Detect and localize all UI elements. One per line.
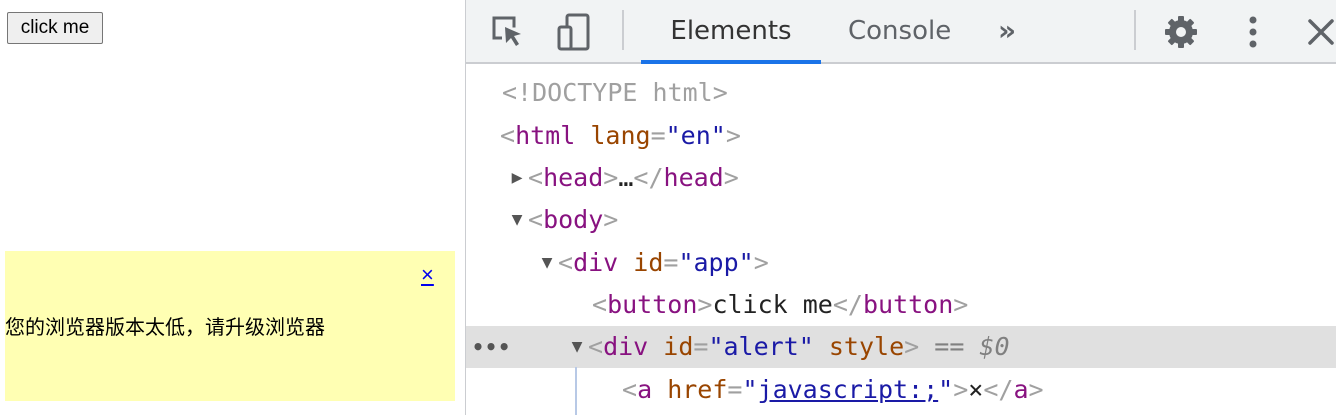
expand-triangle-icon[interactable]: ▶ <box>506 157 528 199</box>
toolbar-separator <box>1134 10 1136 50</box>
a-href-link[interactable]: javascript:; <box>758 375 939 404</box>
collapse-triangle-icon[interactable]: ▼ <box>506 199 528 241</box>
button-tag: button <box>607 290 698 319</box>
dom-row-doctype[interactable]: <!DOCTYPE html> <box>466 72 1336 114</box>
dom-row-div-alert-selected[interactable]: ••• ▼ <div id="alert" style> == $0 <box>466 326 1336 368</box>
dom-row-anchor[interactable]: <a href="javascript:;">×</a> <box>466 369 1336 411</box>
div-alert-attr-id: id <box>663 332 694 361</box>
div-app-attr-name: id <box>633 248 664 277</box>
a-close-tag: a <box>1013 375 1029 404</box>
close-icon[interactable] <box>1301 12 1336 52</box>
div-alert-tag: div <box>603 332 649 361</box>
collapse-triangle-icon[interactable]: ▼ <box>566 326 588 368</box>
dom-row-body[interactable]: ▼ <body> <box>466 199 1336 241</box>
dom-row-button[interactable]: <button>click me</button> <box>466 284 1336 326</box>
div-alert-attr-value: "alert" <box>708 332 814 361</box>
head-collapsed-ellipsis[interactable]: … <box>618 163 633 192</box>
button-close-tag: button <box>862 290 954 319</box>
a-attr-name: href <box>667 375 728 404</box>
collapse-triangle-icon[interactable]: ▼ <box>536 242 558 284</box>
div-app-attr-value: "app" <box>678 248 754 277</box>
click-me-button[interactable]: click me <box>7 12 103 44</box>
dom-row-div-app[interactable]: ▼ <div id="app"> <box>466 242 1336 284</box>
alert-close-link[interactable]: × <box>421 262 434 288</box>
dom-row-head[interactable]: ▶ <head>…</head> <box>466 157 1336 199</box>
html-tag: html <box>515 121 576 150</box>
selected-node-marker: == $0 <box>934 332 1010 361</box>
head-tag: head <box>543 163 604 192</box>
toolbar-separator <box>622 10 624 50</box>
inspect-element-icon[interactable] <box>488 12 528 52</box>
a-tag: a <box>637 375 653 404</box>
devtools-toolbar: Elements Console » <box>466 0 1336 64</box>
tab-console[interactable]: Console <box>848 0 958 62</box>
html-attr-value: "en" <box>665 121 726 150</box>
dom-row-html[interactable]: <html lang="en"> <box>466 115 1336 157</box>
device-toolbar-icon[interactable] <box>554 12 594 52</box>
alert-message: 您的浏览器版本太低，请升级浏览器 <box>5 315 325 339</box>
gear-icon[interactable] <box>1161 12 1201 52</box>
elements-dom-tree: <!DOCTYPE html> <html lang="en"> ▶ <head>… <box>466 64 1336 415</box>
div-app-tag: div <box>573 248 619 277</box>
button-text-node: click me <box>712 290 833 319</box>
more-vertical-icon[interactable] <box>1233 12 1273 52</box>
div-alert-attr-style: style <box>828 332 905 361</box>
devtools-panel: Elements Console » <!DOCTYPE html> <html… <box>465 0 1336 415</box>
doctype-node: <!DOCTYPE html> <box>502 78 728 107</box>
head-close-tag: head <box>663 163 724 192</box>
body-tag: body <box>543 205 604 234</box>
more-tabs-button[interactable]: » <box>998 0 1038 62</box>
html-attr-name: lang <box>590 121 651 150</box>
a-text-node: × <box>968 375 984 404</box>
tab-elements[interactable]: Elements <box>641 0 821 62</box>
screen: click me × 您的浏览器版本太低，请升级浏览器 Elements Con… <box>0 0 1336 415</box>
page-viewport: click me × 您的浏览器版本太低，请升级浏览器 <box>0 0 465 415</box>
row-actions-ellipsis-icon[interactable]: ••• <box>472 326 511 368</box>
